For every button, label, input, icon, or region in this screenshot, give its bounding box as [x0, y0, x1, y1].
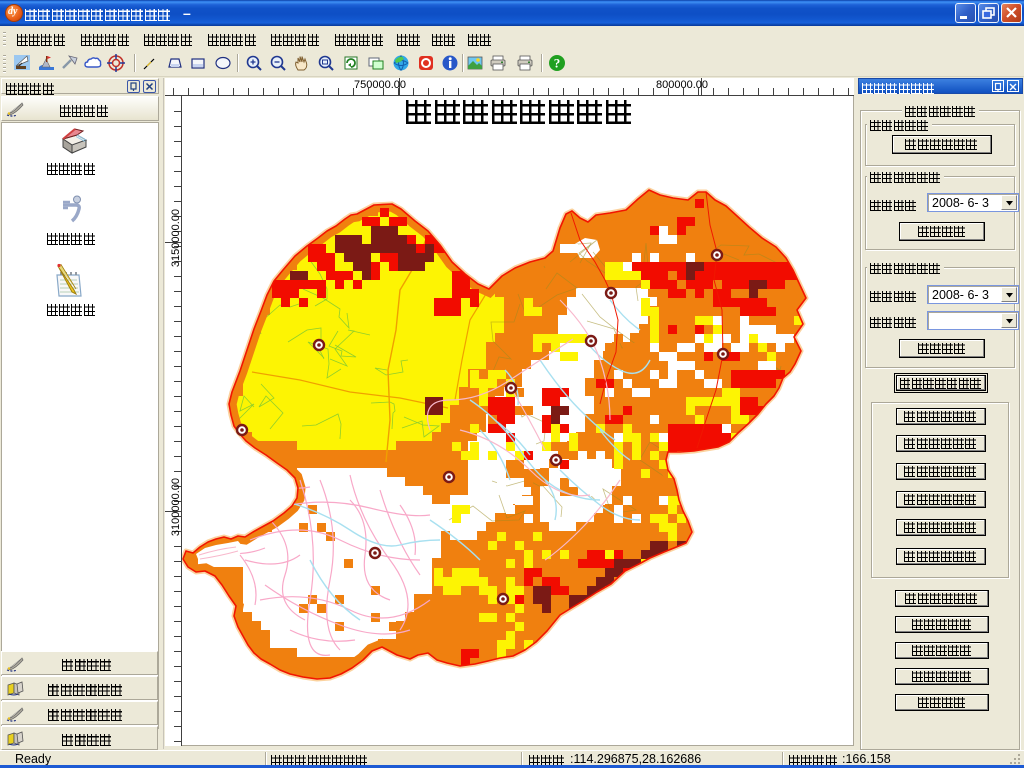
svg-text:?: ? — [554, 56, 561, 71]
